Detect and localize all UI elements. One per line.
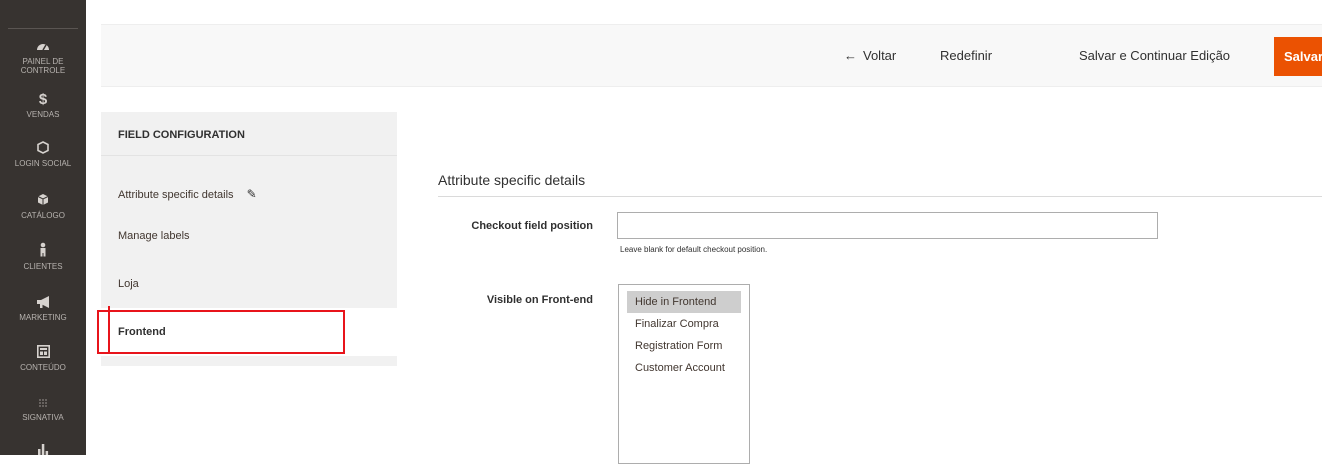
checkout-position-input[interactable]	[617, 212, 1158, 239]
sidebar-item-label: SIGNATIVA	[22, 413, 64, 422]
sidebar-item-label: CATÁLOGO	[21, 211, 65, 220]
checkout-position-note: Leave blank for default checkout positio…	[620, 245, 768, 254]
sidebar-item-label: LOGIN SOCIAL	[14, 159, 72, 168]
sidebar-item-reports[interactable]	[0, 442, 86, 460]
visible-frontend-multiselect[interactable]: Hide in Frontend Finalizar Compra Regist…	[618, 284, 750, 464]
sidebar-item-signativa[interactable]: SIGNATIVA	[0, 398, 86, 422]
hexagon-icon	[0, 141, 86, 156]
sidebar-item-marketing[interactable]: MARKETING	[0, 296, 86, 322]
option-customer-account[interactable]: Customer Account	[627, 357, 741, 379]
tab-label: Loja	[118, 278, 139, 290]
option-registration-form[interactable]: Registration Form	[627, 335, 741, 357]
save-continue-button[interactable]: Salvar e Continuar Edição	[1079, 25, 1230, 86]
arrow-left-icon: ←	[844, 48, 857, 63]
cube-icon	[0, 193, 86, 208]
sidebar-item-sales[interactable]: $ VENDAS	[0, 92, 86, 119]
checkout-position-label: Checkout field position	[471, 220, 593, 232]
section-divider	[438, 196, 1322, 197]
back-button[interactable]: ← Voltar	[844, 25, 896, 86]
option-finalizar-compra[interactable]: Finalizar Compra	[627, 313, 741, 335]
tab-label: Manage labels	[118, 230, 190, 242]
sidebar-item-content[interactable]: CONTEÚDO	[0, 345, 86, 372]
tab-label: Attribute specific details	[118, 189, 234, 201]
tab-manage-labels[interactable]: Manage labels	[101, 212, 397, 260]
sidebar-item-label: CONTEÚDO	[20, 363, 66, 372]
section-title: Attribute specific details	[438, 172, 586, 188]
sidebar-item-label: MARKETING	[19, 313, 67, 322]
pencil-icon: ✎	[246, 187, 257, 201]
page-actions-bar: ← Voltar Redefinir Salvar e Continuar Edi…	[101, 24, 1322, 87]
tab-attribute-specific-details[interactable]: Attribute specific details ✎	[101, 170, 397, 218]
back-label: Voltar	[863, 48, 897, 63]
sidebar-item-social-login[interactable]: LOGIN SOCIAL	[0, 141, 86, 168]
tab-label: Frontend	[118, 326, 166, 338]
sidebar-item-dashboard[interactable]: PAINEL DE CONTROLE	[0, 40, 86, 75]
sidebar-item-catalog[interactable]: CATÁLOGO	[0, 193, 86, 220]
dollar-icon: $	[38, 91, 48, 108]
field-configuration-tabs: FIELD CONFIGURATION Attribute specific d…	[101, 112, 397, 366]
sidebar-item-label: CLIENTES	[23, 262, 63, 271]
option-hide-in-frontend[interactable]: Hide in Frontend	[627, 291, 741, 313]
visible-frontend-label: Visible on Front-end	[486, 294, 593, 306]
sidebar-item-label: PAINEL DE CONTROLE	[20, 57, 66, 75]
tab-frontend[interactable]: Frontend	[101, 308, 397, 356]
tabs-title: FIELD CONFIGURATION	[101, 112, 397, 156]
sidebar-item-label: VENDAS	[26, 110, 60, 119]
dots-icon	[0, 398, 86, 410]
save-button[interactable]: Salvar	[1274, 37, 1322, 76]
tab-loja[interactable]: Loja	[101, 260, 397, 308]
dashboard-icon	[0, 40, 86, 54]
sidebar-item-customers[interactable]: CLIENTES	[0, 242, 86, 271]
admin-sidebar: PAINEL DE CONTROLE $ VENDAS LOGIN SOCIAL…	[0, 0, 86, 455]
megaphone-icon	[0, 296, 86, 310]
layout-icon	[0, 345, 86, 360]
person-icon	[0, 242, 86, 259]
reset-button[interactable]: Redefinir	[940, 25, 992, 86]
sidebar-divider	[8, 28, 78, 29]
